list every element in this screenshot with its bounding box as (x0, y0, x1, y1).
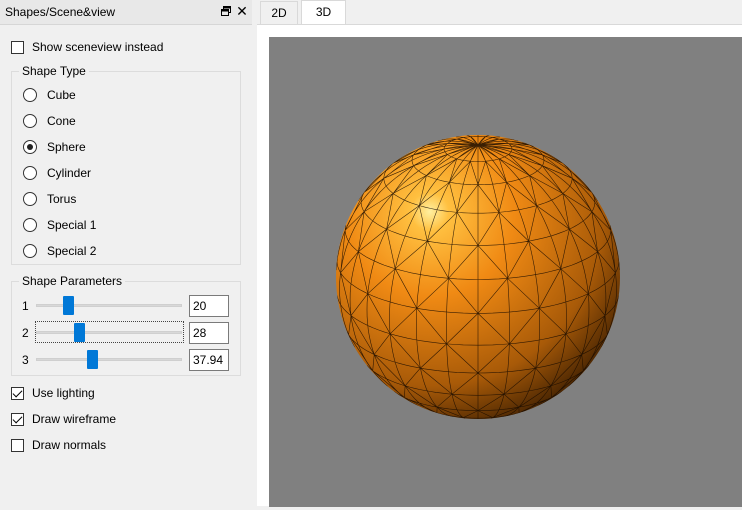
checkbox-box[interactable] (11, 40, 24, 54)
parameter-row-3: 3 37.94 (8, 349, 230, 371)
radio-button[interactable] (23, 244, 37, 258)
shapes-dock-panel: Shapes/Scene&view ✕ Show sceneview inste… (0, 0, 252, 506)
show-sceneview-label: Show sceneview instead (32, 40, 164, 54)
shape-option-special-1[interactable]: Special 1 (23, 218, 96, 232)
shape-option-torus[interactable]: Torus (23, 192, 76, 206)
shape-option-label: Cone (47, 114, 76, 128)
shape-option-cylinder[interactable]: Cylinder (23, 166, 91, 180)
tab-2d[interactable]: 2D (260, 1, 298, 24)
shape-option-label: Cube (47, 88, 76, 102)
parameter-slider-track[interactable] (36, 358, 182, 361)
tab-3d[interactable]: 3D (301, 0, 346, 25)
shape-option-label: Sphere (47, 140, 86, 154)
radio-button[interactable] (23, 114, 37, 128)
3d-viewport[interactable] (269, 37, 742, 507)
parameter-value-field[interactable]: 20 (189, 295, 229, 317)
parameter-value-field[interactable]: 28 (189, 322, 229, 344)
option-label: Draw wireframe (32, 412, 117, 426)
option-draw-wireframe-checkbox[interactable]: Draw wireframe (11, 412, 116, 426)
parameter-slider-track[interactable] (36, 304, 182, 307)
radio-button[interactable] (23, 192, 37, 206)
shape-option-label: Special 2 (47, 244, 97, 258)
checkbox-box[interactable] (11, 438, 24, 452)
parameter-label: 2 (22, 326, 29, 340)
parameter-slider-handle[interactable] (63, 296, 74, 315)
focus-rect (35, 321, 184, 343)
radio-button[interactable] (23, 140, 37, 154)
shape-option-cone[interactable]: Cone (23, 114, 76, 128)
checkbox-box[interactable] (11, 412, 24, 426)
close-icon[interactable]: ✕ (236, 4, 248, 18)
parameter-value-field[interactable]: 37.94 (189, 349, 229, 371)
shape-parameters-title: Shape Parameters (19, 274, 126, 288)
shape-option-sphere[interactable]: Sphere (23, 140, 86, 154)
radio-button[interactable] (23, 88, 37, 102)
sphere-render (336, 135, 620, 419)
checkbox-box[interactable] (11, 386, 24, 400)
show-sceneview-checkbox[interactable]: Show sceneview instead (11, 40, 163, 54)
parameter-row-2: 2 28 (8, 321, 230, 344)
shape-option-label: Torus (47, 192, 77, 206)
radio-button[interactable] (23, 218, 37, 232)
tab-content (257, 24, 742, 507)
shape-option-cube[interactable]: Cube (23, 88, 76, 102)
radio-button[interactable] (23, 166, 37, 180)
tab-bar: 2D 3D (257, 0, 742, 25)
shape-option-label: Cylinder (47, 166, 92, 180)
option-draw-normals-checkbox[interactable]: Draw normals (11, 438, 106, 452)
parameter-slider-handle[interactable] (87, 350, 99, 369)
dock-title: Shapes/Scene&view (5, 5, 116, 19)
shape-option-label: Special 1 (47, 218, 97, 232)
option-label: Use lighting (32, 386, 95, 400)
parameter-label: 1 (22, 299, 29, 313)
option-label: Draw normals (32, 438, 107, 452)
shape-option-special-2[interactable]: Special 2 (23, 244, 96, 258)
parameter-label: 3 (22, 353, 29, 367)
parameter-row-1: 1 20 (8, 295, 230, 317)
option-use-lighting-checkbox[interactable]: Use lighting (11, 386, 95, 400)
float-window-icon[interactable] (220, 5, 232, 17)
shape-type-title: Shape Type (19, 64, 89, 78)
dock-title-bar: Shapes/Scene&view ✕ (0, 0, 252, 25)
